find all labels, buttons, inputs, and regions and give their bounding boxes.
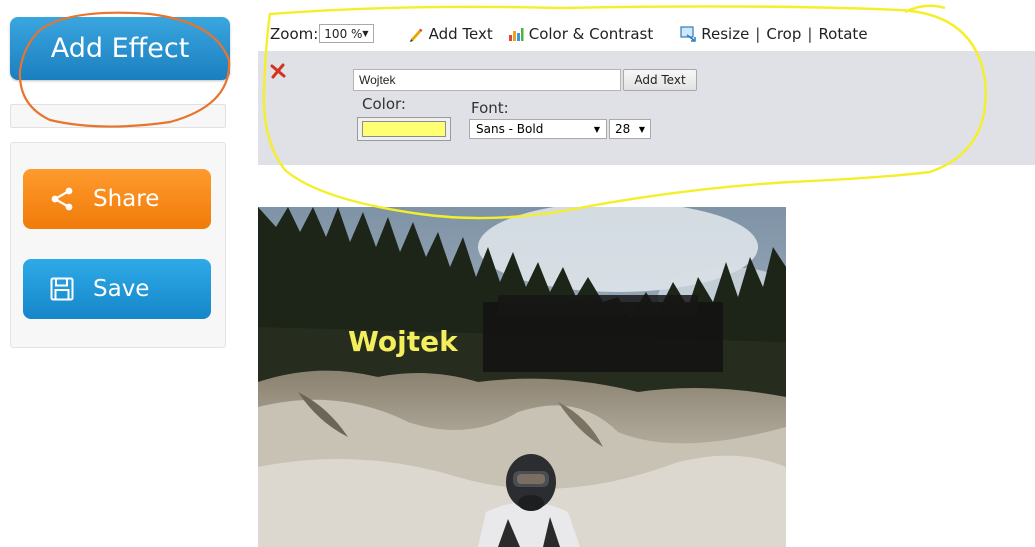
photo-overlay-text[interactable]: Wojtek <box>348 325 458 358</box>
close-icon[interactable] <box>270 63 286 79</box>
color-swatch <box>362 121 446 137</box>
share-button[interactable]: Share <box>23 169 211 229</box>
text-input[interactable] <box>353 69 621 91</box>
add-effect-label: Add Effect <box>50 33 190 64</box>
editor-toolbar: Zoom: 100 % ▼ Add Text Color & Contrast … <box>258 18 1035 49</box>
crop-tool[interactable]: Crop <box>766 25 801 43</box>
save-label: Save <box>93 276 150 302</box>
zoom-select[interactable]: 100 % ▼ <box>319 24 374 43</box>
color-label: Color: <box>362 95 406 113</box>
chevron-down-icon: ▼ <box>362 29 369 38</box>
rotate-tool[interactable]: Rotate <box>818 25 867 43</box>
zoom-label: Zoom: <box>270 24 319 43</box>
add-text-panel: Add Text Color: Font: Sans - Bold ▼ 28 ▼ <box>258 51 1035 165</box>
resize-label: Resize <box>701 24 750 43</box>
font-select[interactable]: Sans - Bold ▼ <box>469 119 607 139</box>
chevron-down-icon: ▼ <box>638 124 645 134</box>
chevron-down-icon: ▼ <box>593 124 600 134</box>
font-size-select[interactable]: 28 ▼ <box>609 119 651 139</box>
action-panel: Share Save <box>10 142 226 348</box>
toolbar-separator: | <box>807 24 813 43</box>
save-button[interactable]: Save <box>23 259 211 319</box>
toolbar-separator: | <box>755 24 761 43</box>
zoom-value: 100 % <box>324 26 363 41</box>
font-size-value: 28 <box>615 122 631 136</box>
font-value: Sans - Bold <box>476 122 544 136</box>
color-contrast-tool[interactable]: Color & Contrast <box>508 24 654 43</box>
add-text-button[interactable]: Add Text <box>623 69 697 91</box>
share-label: Share <box>93 186 160 212</box>
floppy-disk-icon <box>50 277 74 301</box>
sidebar-spacer <box>10 104 226 128</box>
share-icon <box>51 187 73 211</box>
photo-canvas[interactable]: Wojtek <box>258 207 786 547</box>
add-effect-button[interactable]: Add Effect <box>10 17 230 80</box>
add-text-tool[interactable]: Add Text <box>408 25 493 43</box>
add-text-label: Add Text <box>428 24 493 43</box>
photo-image <box>258 207 786 547</box>
resize-tool[interactable]: Resize <box>680 25 749 43</box>
bars-icon <box>508 27 524 41</box>
color-picker[interactable] <box>357 117 451 141</box>
font-label: Font: <box>471 99 509 117</box>
color-contrast-label: Color & Contrast <box>528 24 654 43</box>
resize-icon <box>680 25 696 42</box>
pencil-icon <box>409 28 423 42</box>
